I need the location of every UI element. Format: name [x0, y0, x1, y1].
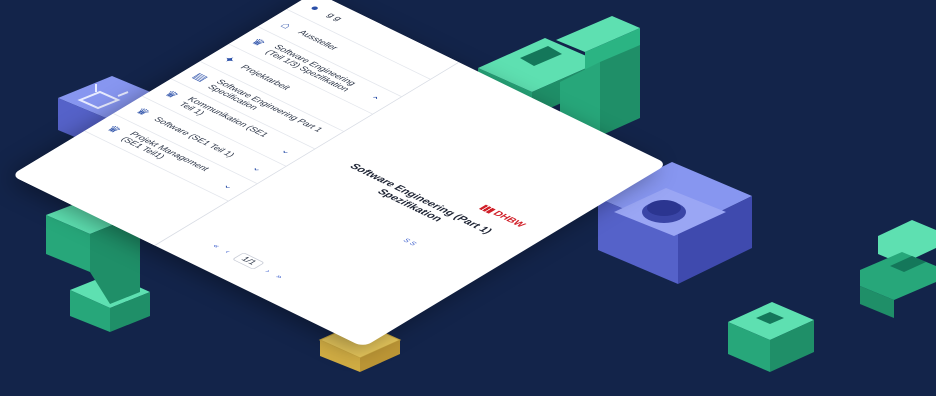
user-circle-icon: ● [306, 2, 325, 13]
dhbw-logo-text: DHBW [490, 209, 528, 229]
green-block-small-right [728, 302, 814, 372]
last-page-button[interactable]: » [274, 273, 286, 280]
first-page-button[interactable]: « [211, 242, 223, 249]
page-select[interactable]: 1/1 [231, 252, 265, 270]
next-page-button[interactable]: › [263, 268, 273, 274]
walking-person-icon: ✦ [219, 53, 240, 66]
chevron-down-icon[interactable]: ⌄ [219, 180, 239, 191]
green-block-far-right [860, 220, 936, 318]
document-icon: ▤ [189, 70, 212, 83]
document-link[interactable]: S S [401, 237, 419, 246]
trophy-icon: ♛ [103, 123, 125, 136]
trophy-icon: ♛ [132, 105, 154, 118]
chevron-down-icon[interactable]: ⌄ [277, 146, 297, 157]
prev-page-button[interactable]: ‹ [223, 248, 233, 254]
chevron-up-icon[interactable]: ⌃ [364, 93, 384, 104]
pagination: « ‹ 1/1 › » [209, 241, 288, 281]
bank-icon: ⌂ [277, 19, 296, 31]
chevron-down-icon[interactable]: ⌄ [248, 163, 268, 174]
trophy-icon: ♛ [247, 36, 270, 49]
document-title: Software Engineering (Part 1) Spezifikat… [346, 161, 496, 236]
trophy-icon: ♛ [161, 88, 183, 101]
